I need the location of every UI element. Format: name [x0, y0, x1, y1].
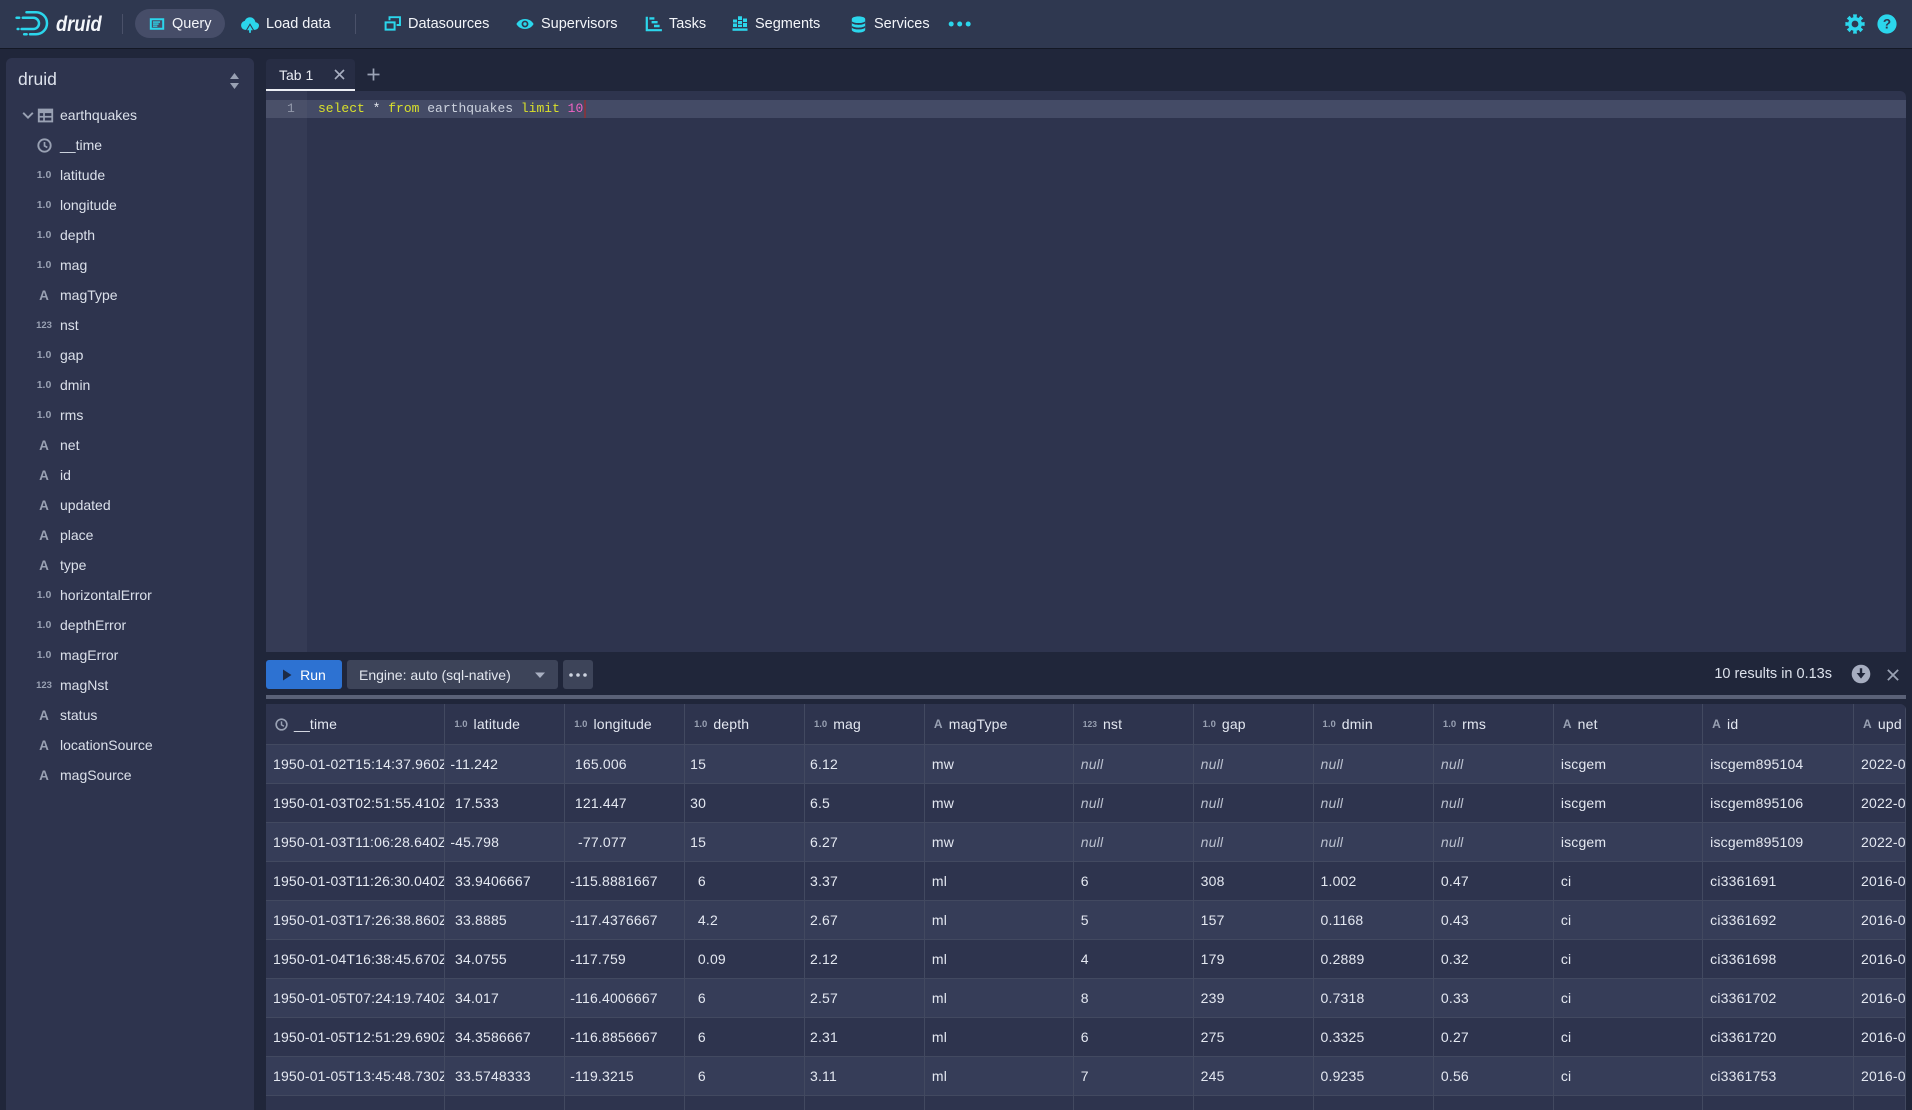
svg-text:?: ?	[1883, 17, 1891, 32]
